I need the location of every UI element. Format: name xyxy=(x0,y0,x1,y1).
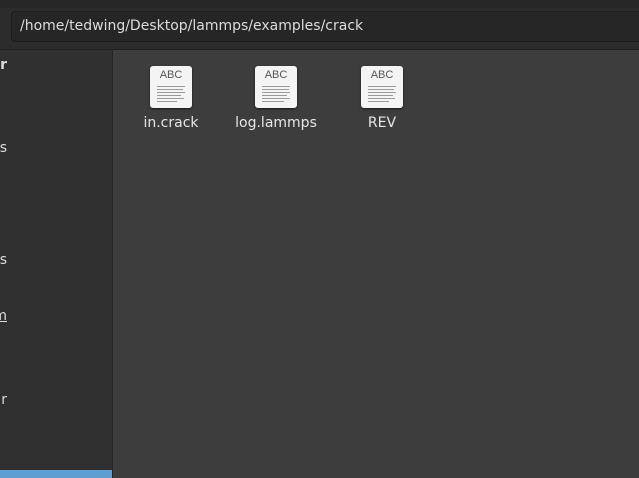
file-name: log.lammps xyxy=(235,115,317,131)
titlebar-edge xyxy=(0,0,639,8)
location-path-input[interactable]: /home/tedwing/Desktop/lammps/examples/cr… xyxy=(11,11,639,42)
location-bar: /home/tedwing/Desktop/lammps/examples/cr… xyxy=(0,0,639,50)
sidebar-item-4[interactable]: m xyxy=(0,307,7,325)
sidebar-selected-item[interactable] xyxy=(0,470,112,478)
sidebar-item-5[interactable]: r xyxy=(1,391,7,409)
sidebar: r ts s m r xyxy=(0,50,113,478)
text-file-icon: ABC xyxy=(361,66,403,108)
file-item-log-lammps[interactable]: ABC log.lammps xyxy=(226,66,326,131)
sidebar-item-1[interactable]: r xyxy=(0,56,7,74)
file-thumb-label: ABC xyxy=(159,69,183,81)
sidebar-item-2[interactable]: ts xyxy=(0,139,7,157)
text-file-icon: ABC xyxy=(255,66,297,108)
file-thumb-label: ABC xyxy=(264,69,288,81)
file-thumb-label: ABC xyxy=(370,69,394,81)
file-view[interactable]: ABC in.crack ABC log.lammps ABC REV xyxy=(113,50,639,478)
file-item-rev[interactable]: ABC REV xyxy=(332,66,432,131)
file-name: in.crack xyxy=(143,115,199,131)
sidebar-item-3[interactable]: s xyxy=(0,251,7,269)
file-name: REV xyxy=(367,115,397,131)
text-file-icon: ABC xyxy=(150,66,192,108)
file-item-in-crack[interactable]: ABC in.crack xyxy=(121,66,221,131)
